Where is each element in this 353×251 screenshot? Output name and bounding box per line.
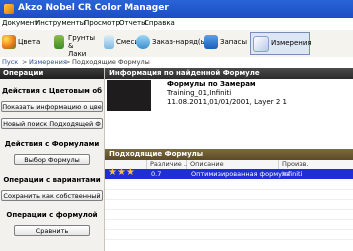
- app-logo-icon: [4, 4, 14, 14]
- colors-button[interactable]: Цвета: [2, 33, 52, 53]
- show-color-info-button[interactable]: Показать информацию о цве: [1, 101, 103, 112]
- order-icon: [136, 35, 150, 49]
- menu-help[interactable]: Справка: [144, 19, 175, 27]
- toolbar: Цвета Грунты & Лаки Смеси Заказ-наряд(ы)…: [0, 30, 353, 58]
- menu-reports[interactable]: Отчеты: [119, 19, 147, 27]
- breadcrumb-separator: >: [65, 58, 71, 66]
- operations-panel: Операции Действия с Цветовым об Показать…: [0, 68, 105, 251]
- info-line-2: 11.08.2011,01/01/2001, Layer 2 1: [167, 98, 287, 106]
- column-manufacturer[interactable]: Произв.: [279, 160, 353, 169]
- color-swatch: [107, 80, 151, 111]
- save-as-own-button[interactable]: Сохранить как собственный: [1, 190, 103, 201]
- menu-bar: Документ Инструменты Просмотр Отчеты Спр…: [0, 18, 353, 30]
- grid-line: [105, 229, 353, 230]
- color-wheel-icon: [2, 35, 16, 49]
- column-difference[interactable]: Различие ...: [147, 160, 190, 169]
- grid-line: [105, 239, 353, 240]
- stock-icon: [204, 35, 218, 49]
- grid-line: [105, 219, 353, 220]
- primers-button[interactable]: Грунты & Лаки: [54, 33, 102, 58]
- section-formula-operations: Операции с формулой: [6, 211, 98, 219]
- grid-line: [105, 199, 353, 200]
- mixes-button[interactable]: Смеси: [104, 33, 139, 53]
- stocks-label: Запасы: [220, 38, 248, 46]
- select-formula-button[interactable]: Выбор Формулы: [14, 154, 90, 165]
- section-color-actions: Действия с Цветовым об: [1, 87, 103, 95]
- rating-stars: ★★★: [108, 167, 135, 178]
- menu-document[interactable]: Документ: [2, 19, 38, 27]
- orders-label: Заказ-наряд(ы): [152, 38, 209, 46]
- menu-view[interactable]: Просмотр: [84, 19, 120, 27]
- info-line-1: Training_01,Infiniti: [167, 89, 232, 97]
- description-cell: Оптимизированная формула: [191, 170, 291, 178]
- measurements-button[interactable]: Измерения: [250, 32, 312, 55]
- measurement-icon: [253, 36, 269, 52]
- operations-header: Операции: [0, 68, 104, 79]
- grid-line: [105, 209, 353, 210]
- measurements-label: Измерения: [271, 39, 312, 47]
- section-variant-operations: Операции с вариантами: [3, 176, 101, 184]
- matching-formulas-header: Подходящие Формулы: [105, 149, 353, 160]
- info-title: Формулы по Замерам: [167, 80, 256, 88]
- window-title: Akzo Nobel CR Color Manager: [18, 3, 169, 13]
- breadcrumb-start[interactable]: Пуск: [2, 58, 18, 66]
- menu-tools[interactable]: Инструменты: [35, 19, 85, 27]
- section-formula-actions: Действия с Формулами: [4, 140, 100, 148]
- mix-cup-icon: [104, 35, 114, 49]
- primer-can-icon: [54, 35, 64, 49]
- colors-label: Цвета: [18, 38, 41, 46]
- info-header: Информация по найденной Формуле: [105, 68, 353, 79]
- matching-formulas-grid: Различие ... Описание Произв. ★★★ 0.7 Оп…: [105, 160, 353, 251]
- info-header-title: Информация по найденной Формуле: [109, 69, 260, 77]
- breadcrumb-current: Подходящие Формулы: [72, 58, 150, 66]
- table-row[interactable]: ★★★ 0.7 Оптимизированная формула Infinit…: [105, 167, 353, 179]
- column-description[interactable]: Описание: [187, 160, 279, 169]
- orders-button[interactable]: Заказ-наряд(ы): [136, 33, 209, 53]
- formula-info-panel: Информация по найденной Формуле Формулы …: [105, 68, 353, 251]
- title-bar: Akzo Nobel CR Color Manager: [0, 0, 353, 18]
- matching-formulas-title: Подходящие Формулы: [109, 150, 204, 158]
- primers-label-1: Грунты &: [68, 34, 96, 50]
- operations-title: Операции: [3, 69, 44, 77]
- difference-cell: 0.7: [151, 170, 162, 178]
- breadcrumb-measurements[interactable]: Измерения: [29, 58, 67, 66]
- grid-line: [105, 189, 353, 190]
- breadcrumb-separator: >: [22, 58, 28, 66]
- compare-button[interactable]: Сравнить: [14, 225, 90, 236]
- manufacturer-cell: Infiniti: [282, 170, 303, 178]
- breadcrumb: Пуск > Измерения > Подходящие Формулы: [0, 57, 353, 67]
- stocks-button[interactable]: Запасы: [204, 33, 248, 53]
- new-search-button[interactable]: Новый поиск Подходящей Ф: [1, 118, 103, 129]
